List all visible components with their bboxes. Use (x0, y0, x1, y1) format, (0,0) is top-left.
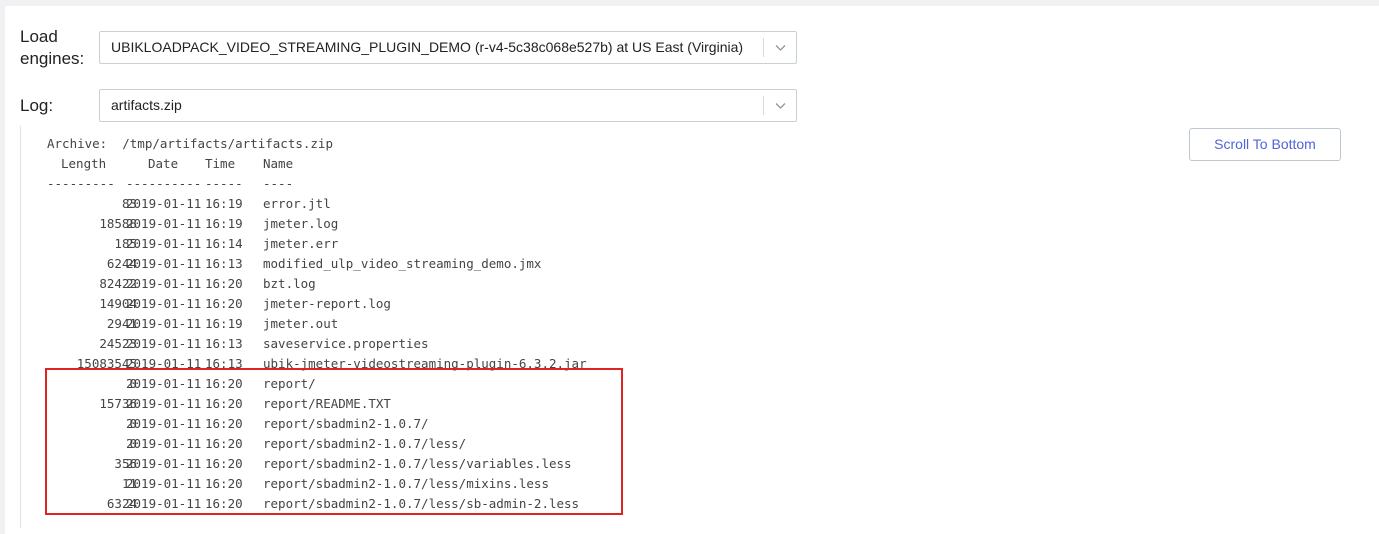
row-time: 16:20 (205, 456, 243, 471)
row-length: 185 (114, 236, 137, 251)
select-separator (763, 38, 764, 57)
row-time: 16:20 (205, 296, 243, 311)
row-date: 2019-01-11 (126, 456, 202, 471)
row-date: 2019-01-11 (126, 416, 202, 431)
row-name: jmeter.out (263, 316, 339, 331)
chevron-down-icon[interactable] (775, 42, 786, 53)
row-length: 14904 (99, 296, 137, 311)
row-time: 16:20 (205, 396, 243, 411)
row-length: 6244 (106, 256, 137, 271)
row-date: 2019-01-11 (126, 496, 202, 511)
row-length: 356 (114, 456, 137, 471)
row-date: 2019-01-11 (126, 256, 202, 271)
row-name: report/sbadmin2-1.0.7/less/mixins.less (263, 476, 549, 491)
select-separator (763, 96, 764, 115)
header-date: Date (148, 156, 179, 171)
row-length: 0 (129, 376, 137, 391)
row-name: report/sbadmin2-1.0.7/less/sb-admin-2.le… (263, 496, 580, 511)
row-name: report/ (263, 376, 316, 391)
row-time: 16:13 (205, 256, 243, 271)
engines-label: Load engines: (20, 27, 85, 68)
row-name: jmeter.err (263, 236, 339, 251)
row-name: modified_ulp_video_streaming_demo.jmx (263, 256, 542, 271)
row-name: jmeter.log (263, 216, 339, 231)
row-name: report/sbadmin2-1.0.7/less/variables.les… (263, 456, 572, 471)
row-name: report/README.TXT (263, 396, 391, 411)
row-length: 15083545 (76, 356, 137, 371)
row-time: 16:20 (205, 376, 243, 391)
row-date: 2019-01-11 (126, 196, 202, 211)
row-length: 15736 (99, 396, 137, 411)
row-time: 16:20 (205, 276, 243, 291)
engines-select-value: UBIKLOADPACK_VIDEO_STREAMING_PLUGIN_DEMO… (111, 39, 744, 55)
row-date: 2019-01-11 (126, 216, 202, 231)
archive-line: Archive: /tmp/artifacts/artifacts.zip (47, 136, 333, 151)
row-date: 2019-01-11 (126, 396, 202, 411)
row-date: 2019-01-11 (126, 236, 202, 251)
row-name: saveservice.properties (263, 336, 429, 351)
row-date: 2019-01-11 (126, 376, 202, 391)
row-length: 0 (129, 436, 137, 451)
row-date: 2019-01-11 (126, 316, 202, 331)
row-time: 16:19 (205, 216, 243, 231)
row-name: report/sbadmin2-1.0.7/less/ (263, 436, 467, 451)
row-time: 16:14 (205, 236, 243, 251)
row-length: 82422 (99, 276, 137, 291)
log-label: Log: (20, 96, 54, 115)
row-date: 2019-01-11 (126, 476, 202, 491)
row-length: 83 (121, 196, 137, 211)
row-length: 18588 (99, 216, 137, 231)
log-select-value: artifacts.zip (111, 97, 182, 113)
row-length: 0 (129, 416, 137, 431)
row-time: 16:20 (205, 416, 243, 431)
row-time: 16:13 (205, 336, 243, 351)
row-time: 16:13 (205, 356, 243, 371)
row-length: 11 (121, 476, 137, 491)
log-separator-row: --------- ---------- ----- ---- (47, 176, 294, 191)
scroll-to-bottom-button[interactable]: Scroll To Bottom (1189, 128, 1341, 161)
chevron-down-icon[interactable] (775, 100, 786, 111)
row-name: jmeter-report.log (263, 296, 391, 311)
row-length: 2941 (106, 316, 137, 331)
row-name: bzt.log (263, 276, 316, 291)
engines-select[interactable]: UBIKLOADPACK_VIDEO_STREAMING_PLUGIN_DEMO… (99, 31, 797, 64)
row-time: 16:19 (205, 196, 243, 211)
header-time: Time (205, 156, 236, 171)
row-time: 16:20 (205, 436, 243, 451)
row-date: 2019-01-11 (126, 336, 202, 351)
row-name: error.jtl (263, 196, 331, 211)
row-date: 2019-01-11 (126, 356, 202, 371)
log-column-headers: Length Date Time Name (21, 154, 293, 174)
row-date: 2019-01-11 (126, 276, 202, 291)
row-name: ubik-jmeter-videostreaming-plugin-6.3.2.… (263, 356, 587, 371)
row-time: 16:20 (205, 496, 243, 511)
header-length: Length (61, 156, 107, 171)
log-output[interactable]: Archive: /tmp/artifacts/artifacts.zip Le… (20, 126, 1371, 528)
row-time: 16:20 (205, 476, 243, 491)
row-date: 2019-01-11 (126, 436, 202, 451)
row-length: 6324 (106, 496, 137, 511)
row-name: report/sbadmin2-1.0.7/ (263, 416, 429, 431)
header-name: Name (263, 156, 294, 171)
row-time: 16:19 (205, 316, 243, 331)
row-length: 24523 (99, 336, 137, 351)
log-select[interactable]: artifacts.zip (99, 89, 797, 122)
row-date: 2019-01-11 (126, 296, 202, 311)
